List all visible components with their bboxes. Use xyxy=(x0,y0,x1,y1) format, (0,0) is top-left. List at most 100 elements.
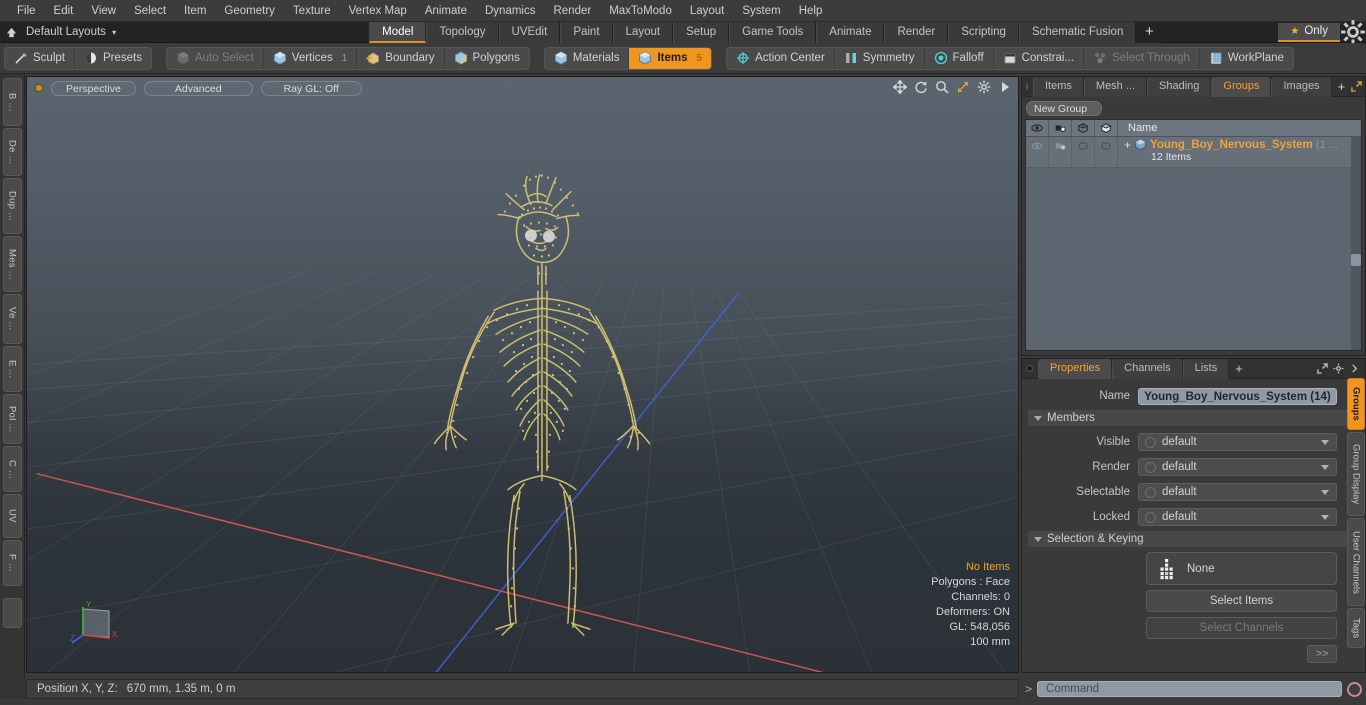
action-center-button[interactable]: Action Center xyxy=(727,47,835,69)
tab-paint[interactable]: Paint xyxy=(560,21,613,43)
more-options-button[interactable]: >> xyxy=(1307,645,1337,663)
right-tab-group-display[interactable]: Group Display xyxy=(1347,432,1365,516)
tab-scripting[interactable]: Scripting xyxy=(948,21,1019,43)
tab-schematic-fusion[interactable]: Schematic Fusion xyxy=(1018,21,1137,43)
menu-item-help[interactable]: Help xyxy=(790,0,832,22)
left-tab-mesh-edit[interactable]: Mes ... xyxy=(2,236,22,292)
solid-cube-icon[interactable] xyxy=(1095,120,1118,136)
command-input[interactable]: Command xyxy=(1037,681,1342,697)
table-row[interactable]: + Young_Boy_Nervous_System (1 ... 12 Ite… xyxy=(1026,137,1361,168)
tab-lists[interactable]: Lists xyxy=(1182,358,1230,379)
left-tab-curve[interactable]: C ... xyxy=(2,446,22,492)
auto-select-button[interactable]: Auto Select xyxy=(167,47,264,69)
tab-shading[interactable]: Shading xyxy=(1147,76,1212,97)
add-layout-tab-button[interactable]: + xyxy=(1136,21,1163,43)
left-tab-vertex[interactable]: Ve ... xyxy=(2,294,22,344)
items-button[interactable]: Items 5 xyxy=(629,47,712,69)
render-dropdown[interactable]: default xyxy=(1138,458,1337,476)
tab-properties[interactable]: Properties xyxy=(1038,358,1113,379)
eye-icon[interactable] xyxy=(1026,120,1049,136)
right-tab-tags[interactable]: Tags xyxy=(1347,608,1365,648)
menu-item-select[interactable]: Select xyxy=(125,0,175,22)
add-properties-tab-button[interactable]: + xyxy=(1229,361,1249,376)
constraint-button[interactable]: Constrai... xyxy=(994,47,1085,69)
left-tab-polygon[interactable]: Pol ... xyxy=(2,394,22,444)
groups-list-scroll-thumb[interactable] xyxy=(1351,254,1361,266)
wire-cube-icon[interactable] xyxy=(1072,120,1095,136)
gear-icon[interactable] xyxy=(1333,363,1344,374)
symmetry-button[interactable]: Symmetry xyxy=(835,47,925,69)
add-panel-tab-button[interactable]: + xyxy=(1332,79,1352,94)
tab-layout[interactable]: Layout xyxy=(612,21,674,43)
tab-topology[interactable]: Topology xyxy=(426,21,499,43)
play-icon[interactable] xyxy=(998,80,1012,94)
visible-dropdown[interactable]: default xyxy=(1138,433,1337,451)
row-solid-toggle[interactable] xyxy=(1095,137,1118,167)
name-field[interactable]: Young_Boy_Nervous_System (14) xyxy=(1138,387,1337,405)
materials-button[interactable]: Materials xyxy=(545,47,630,69)
workplane-button[interactable]: WorkPlane xyxy=(1200,48,1293,69)
only-toggle[interactable]: ★ Only xyxy=(1278,22,1340,42)
viewport-3d[interactable]: Perspective Advanced Ray GL: Off No Item… xyxy=(26,76,1019,673)
menu-item-item[interactable]: Item xyxy=(175,0,215,22)
maximize-icon[interactable] xyxy=(1317,363,1328,374)
selection-keying-section-header[interactable]: Selection & Keying xyxy=(1028,531,1359,547)
menu-item-animate[interactable]: Animate xyxy=(416,0,476,22)
selection-set-field[interactable]: None xyxy=(1146,552,1337,585)
selectable-dropdown[interactable]: default xyxy=(1138,483,1337,501)
boundary-button[interactable]: Boundary xyxy=(357,47,445,69)
groups-list-scrollbar[interactable] xyxy=(1351,137,1361,350)
viewport-shading-mode[interactable]: Advanced xyxy=(143,80,253,96)
left-tab-duplicate[interactable]: Dup ... xyxy=(2,178,22,234)
menu-item-texture[interactable]: Texture xyxy=(284,0,340,22)
select-items-button[interactable]: Select Items xyxy=(1146,590,1337,612)
tab-animate[interactable]: Animate xyxy=(816,21,885,43)
tab-channels[interactable]: Channels xyxy=(1112,358,1183,379)
menu-item-file[interactable]: File xyxy=(8,0,45,22)
gear-icon[interactable] xyxy=(977,80,991,94)
new-group-button[interactable]: New Group xyxy=(1026,101,1102,116)
gear-icon[interactable] xyxy=(1340,20,1366,44)
chevron-right-icon[interactable] xyxy=(1349,363,1360,374)
render-icon[interactable] xyxy=(1049,120,1072,136)
sculpt-button[interactable]: Sculpt xyxy=(5,47,75,69)
menu-item-layout[interactable]: Layout xyxy=(681,0,734,22)
left-tab-uv[interactable]: UV xyxy=(2,494,22,538)
menu-item-render[interactable]: Render xyxy=(544,0,600,22)
left-tab-extra[interactable] xyxy=(2,598,22,628)
right-tab-groups[interactable]: Groups xyxy=(1347,378,1365,430)
expand-toggle[interactable]: + xyxy=(1124,139,1131,151)
tab-model[interactable]: Model xyxy=(369,21,427,43)
tab-images[interactable]: Images xyxy=(1271,76,1332,97)
home-icon[interactable] xyxy=(0,22,22,43)
row-render-toggle[interactable] xyxy=(1049,137,1072,167)
maximize-icon[interactable] xyxy=(1351,81,1362,92)
menu-item-edit[interactable]: Edit xyxy=(45,0,83,22)
viewport-view-mode[interactable]: Perspective xyxy=(51,80,136,96)
members-section-header[interactable]: Members xyxy=(1028,410,1359,426)
menu-item-system[interactable]: System xyxy=(733,0,789,22)
viewport-menu-dot-icon[interactable] xyxy=(35,84,43,92)
left-tab-edge[interactable]: E ... xyxy=(2,346,22,392)
viewport-raygl-toggle[interactable]: Ray GL: Off xyxy=(260,80,362,96)
tab-items[interactable]: Items xyxy=(1033,76,1084,97)
menu-item-dynamics[interactable]: Dynamics xyxy=(476,0,544,22)
record-icon[interactable] xyxy=(1347,681,1362,697)
row-wire-toggle[interactable] xyxy=(1072,137,1095,167)
falloff-button[interactable]: Falloff xyxy=(925,47,994,69)
select-through-button[interactable]: Select Through xyxy=(1084,47,1200,69)
fit-icon[interactable] xyxy=(956,80,970,94)
panel-menu-dot-icon[interactable] xyxy=(1026,83,1028,90)
row-eye-toggle[interactable] xyxy=(1026,137,1049,167)
tab-mesh[interactable]: Mesh ... xyxy=(1083,76,1148,97)
locked-dropdown[interactable]: default xyxy=(1138,508,1337,526)
tab-game-tools[interactable]: Game Tools xyxy=(729,21,817,43)
tab-setup[interactable]: Setup xyxy=(673,21,730,43)
polygons-button[interactable]: Polygons xyxy=(445,48,529,69)
tab-groups[interactable]: Groups xyxy=(1211,76,1272,97)
menu-item-vertex-map[interactable]: Vertex Map xyxy=(340,0,416,22)
tab-uvedit[interactable]: UVEdit xyxy=(498,21,561,43)
menu-item-view[interactable]: View xyxy=(82,0,125,22)
left-tab-deform[interactable]: De ... xyxy=(2,128,22,176)
groups-list[interactable]: Name + Young_Boy_Nervous_System (1 ... 1… xyxy=(1025,119,1362,351)
